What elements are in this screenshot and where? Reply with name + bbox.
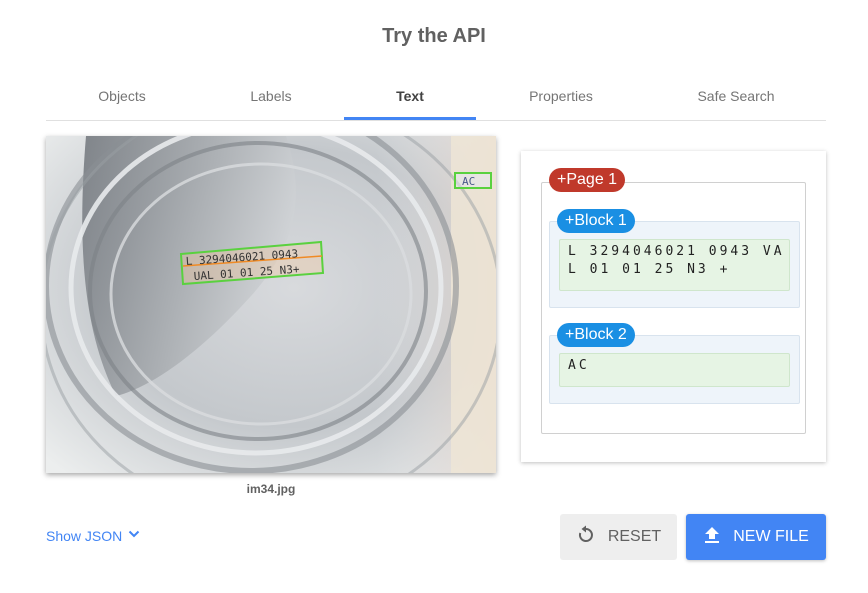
show-json-label: Show JSON (46, 528, 123, 544)
upload-icon (703, 526, 733, 549)
image-filename: im34.jpg (246, 482, 296, 496)
chevron-down-icon (122, 526, 142, 547)
reset-button[interactable]: RESET (560, 514, 677, 560)
tab-text[interactable]: Text (344, 74, 476, 118)
block-1-line-1: L 3294046021 0943 VA (568, 244, 785, 259)
show-json-toggle[interactable]: Show JSON (46, 526, 142, 546)
page-title: Try the API (382, 25, 486, 47)
tab-bar: Objects Labels Text Properties Safe Sear… (46, 74, 826, 121)
reset-label: RESET (607, 528, 662, 545)
block-2-line-1: AC (568, 358, 590, 373)
block-2-text: AC (559, 353, 790, 387)
block-1-toggle[interactable]: +Block 1 (557, 209, 635, 233)
active-tab-indicator (344, 117, 476, 120)
block-1-line-2: L 01 01 25 N3 + (568, 262, 731, 277)
uploaded-image: L 3294046021 0943 UAL 01 01 25 N3+ AC (46, 136, 496, 473)
block-1-text: L 3294046021 0943 VA L 01 01 25 N3 + (559, 239, 790, 291)
text-results-card: L 3294046021 0943 VA L 01 01 25 N3 + AC … (521, 151, 826, 462)
tab-labels[interactable]: Labels (198, 74, 344, 118)
new-file-button[interactable]: NEW FILE (686, 514, 826, 560)
page-toggle[interactable]: +Page 1 (549, 168, 626, 192)
tab-safe-search[interactable]: Safe Search (646, 74, 826, 118)
new-file-label: NEW FILE (733, 528, 809, 545)
block-2-toggle[interactable]: +Block 2 (557, 323, 635, 347)
tab-objects[interactable]: Objects (46, 74, 198, 118)
overlay-text-corner: AC (462, 175, 475, 188)
tab-properties[interactable]: Properties (476, 74, 646, 118)
reset-icon (576, 525, 608, 550)
block-container-1: L 3294046021 0943 VA L 01 01 25 N3 + (549, 221, 800, 308)
